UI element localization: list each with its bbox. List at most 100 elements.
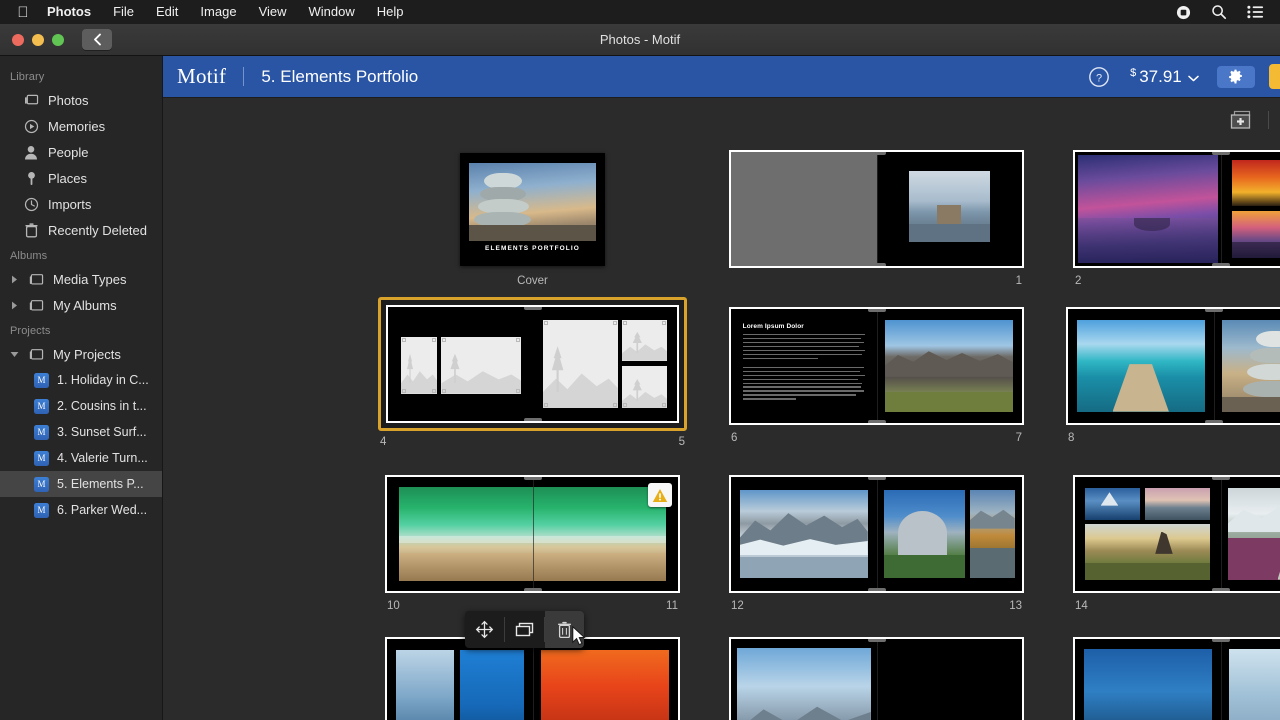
page-20[interactable] bbox=[1075, 639, 1221, 720]
add-page-button[interactable] bbox=[1228, 109, 1254, 131]
spread-caption: 2 3 bbox=[1073, 268, 1280, 297]
sidebar-item-label: Places bbox=[48, 170, 88, 186]
spread-thumb[interactable] bbox=[386, 305, 679, 423]
photo-placeholder[interactable] bbox=[622, 319, 667, 361]
menu-item-image[interactable]: Image bbox=[189, 0, 247, 24]
settings-button[interactable] bbox=[1216, 65, 1255, 88]
sidebar-item-memories[interactable]: Memories bbox=[0, 113, 162, 139]
sidebar-project-2[interactable]: M 2. Cousins in t... bbox=[0, 393, 162, 419]
spread-8-9[interactable]: 8 9 bbox=[1066, 297, 1280, 460]
checkout-button[interactable]: Checkout bbox=[1268, 64, 1280, 89]
page-2[interactable] bbox=[1075, 152, 1221, 266]
search-icon[interactable] bbox=[1211, 4, 1227, 20]
spread-16-17[interactable] bbox=[385, 637, 680, 720]
spreads-canvas[interactable]: ELEMENTS PORTFOLIO Cover 1 2 4 5 Lorem I… bbox=[163, 142, 1280, 720]
chevron-right-icon[interactable] bbox=[10, 275, 19, 284]
spread-thumb[interactable] bbox=[1066, 307, 1280, 425]
page-16[interactable] bbox=[387, 639, 533, 720]
spread-1[interactable]: 1 bbox=[729, 150, 1024, 297]
menu-item-file[interactable]: File bbox=[102, 0, 145, 24]
text-block[interactable]: Lorem Ipsum Dolor bbox=[742, 323, 865, 403]
price-menu[interactable]: $37.91 bbox=[1130, 67, 1199, 87]
sidebar-item-imports[interactable]: Imports bbox=[0, 191, 162, 217]
spread-12-13[interactable]: 12 13 bbox=[729, 475, 1024, 622]
cover-page[interactable]: ELEMENTS PORTFOLIO bbox=[460, 152, 605, 266]
sidebar-project-1[interactable]: M 1. Holiday in C... bbox=[0, 367, 162, 393]
chevron-down-icon[interactable] bbox=[10, 351, 19, 358]
memories-play-icon bbox=[22, 119, 40, 134]
sidebar-item-places[interactable]: Places bbox=[0, 165, 162, 191]
sidebar-item-media-types[interactable]: Media Types bbox=[0, 266, 162, 292]
page-17[interactable] bbox=[532, 639, 678, 720]
zoom-button[interactable] bbox=[52, 33, 64, 46]
folder-icon bbox=[27, 299, 45, 312]
page-18[interactable] bbox=[731, 639, 877, 720]
spread-thumb[interactable] bbox=[385, 475, 680, 593]
menu-item-edit[interactable]: Edit bbox=[145, 0, 189, 24]
spread-6-7[interactable]: Lorem Ipsum Dolor 6 7 bbox=[729, 297, 1024, 460]
sidebar-project-4[interactable]: M 4. Valerie Turn... bbox=[0, 445, 162, 471]
page-5[interactable] bbox=[532, 307, 677, 421]
chevron-right-icon[interactable] bbox=[10, 301, 19, 310]
spread-cover[interactable]: ELEMENTS PORTFOLIO Cover bbox=[385, 150, 680, 297]
duplicate-spread-button[interactable] bbox=[505, 611, 544, 648]
control-center-icon[interactable] bbox=[1247, 5, 1264, 19]
sidebar-item-recently-deleted[interactable]: Recently Deleted bbox=[0, 217, 162, 243]
spread-nub-bottom bbox=[1204, 420, 1223, 423]
close-button[interactable] bbox=[12, 33, 24, 46]
menu-item-window[interactable]: Window bbox=[298, 0, 366, 24]
page-12[interactable] bbox=[731, 477, 877, 591]
photo-placeholder[interactable] bbox=[441, 336, 521, 394]
spread-thumb[interactable]: Lorem Ipsum Dolor bbox=[729, 307, 1024, 425]
sidebar-project-6[interactable]: M 6. Parker Wed... bbox=[0, 497, 162, 523]
spread-thumb[interactable] bbox=[385, 637, 680, 720]
spread-thumb[interactable] bbox=[1073, 475, 1280, 593]
spread-thumb[interactable] bbox=[729, 150, 1024, 268]
sidebar-item-photos[interactable]: Photos bbox=[0, 87, 162, 113]
page-4[interactable] bbox=[388, 307, 533, 421]
spread-thumb[interactable] bbox=[729, 475, 1024, 593]
menu-item-help[interactable]: Help bbox=[366, 0, 415, 24]
spread-18-19[interactable] bbox=[729, 637, 1024, 720]
sidebar-section-albums: Albums bbox=[10, 250, 48, 262]
spread-thumb[interactable] bbox=[1073, 637, 1280, 720]
page-7[interactable] bbox=[876, 309, 1022, 423]
status-badge[interactable] bbox=[648, 483, 672, 507]
page-13[interactable] bbox=[876, 477, 1022, 591]
help-button[interactable]: ? bbox=[1088, 66, 1110, 88]
page-8[interactable] bbox=[1068, 309, 1214, 423]
spread-20-21[interactable] bbox=[1073, 637, 1280, 720]
menu-item-view[interactable]: View bbox=[248, 0, 298, 24]
sidebar-item-my-projects[interactable]: My Projects bbox=[0, 341, 162, 367]
page-blank[interactable] bbox=[731, 152, 877, 266]
photo-placeholder[interactable] bbox=[622, 366, 667, 409]
page-19[interactable] bbox=[876, 639, 1022, 720]
back-button[interactable] bbox=[82, 29, 112, 50]
sidebar-project-5[interactable]: M 5. Elements P... bbox=[0, 471, 162, 497]
menu-item-photos[interactable]: Photos bbox=[36, 0, 102, 24]
page-6[interactable]: Lorem Ipsum Dolor bbox=[731, 309, 877, 423]
page-9[interactable] bbox=[1213, 309, 1280, 423]
spread-thumb[interactable] bbox=[1073, 150, 1280, 268]
sidebar-item-label: Imports bbox=[48, 196, 92, 212]
svg-text:?: ? bbox=[1096, 72, 1102, 84]
photo-placeholder[interactable] bbox=[542, 319, 618, 409]
minimize-button[interactable] bbox=[32, 33, 44, 46]
spread-2-3[interactable]: 2 3 bbox=[1073, 150, 1280, 297]
apple-logo-icon[interactable]:  bbox=[10, 5, 36, 20]
photo-placeholder[interactable] bbox=[401, 336, 438, 394]
spread-thumb[interactable] bbox=[729, 637, 1024, 720]
page-1[interactable] bbox=[876, 152, 1022, 266]
page-15[interactable] bbox=[1220, 477, 1280, 591]
spread-4-5[interactable]: 4 5 bbox=[378, 297, 687, 460]
sidebar-project-3[interactable]: M 3. Sunset Surf... bbox=[0, 419, 162, 445]
spread-14-15[interactable]: 14 15 bbox=[1073, 475, 1280, 622]
screen-record-icon[interactable] bbox=[1176, 5, 1191, 20]
page-3[interactable] bbox=[1220, 152, 1280, 266]
spread-10-11[interactable]: 10 11 bbox=[385, 475, 680, 622]
page-21[interactable] bbox=[1220, 639, 1280, 720]
sidebar-item-my-albums[interactable]: My Albums bbox=[0, 292, 162, 318]
page-14[interactable] bbox=[1075, 477, 1221, 591]
sidebar-item-people[interactable]: People bbox=[0, 139, 162, 165]
move-spread-button[interactable] bbox=[465, 611, 504, 648]
